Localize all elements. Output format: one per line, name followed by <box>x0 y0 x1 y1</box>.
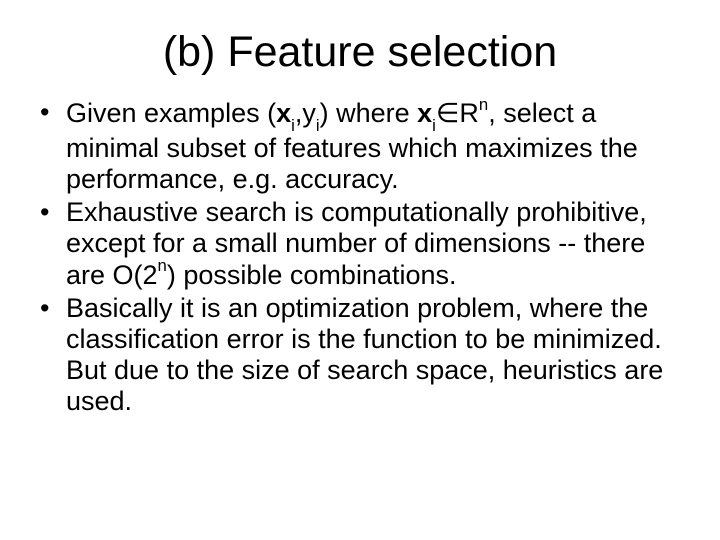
math-sub: i <box>291 116 295 135</box>
bullet-text: ,y <box>295 98 316 128</box>
math-sub: i <box>316 116 320 135</box>
bullet-item: Basically it is an optimization problem,… <box>38 293 682 417</box>
slide-title: (b) Feature selection <box>38 28 682 77</box>
bullet-text: Basically it is an optimization problem,… <box>66 293 663 416</box>
slide: (b) Feature selection Given examples (xi… <box>0 0 720 540</box>
math-sub: i <box>432 116 436 135</box>
bullet-text: ∈R <box>436 98 479 128</box>
math-x: x <box>276 98 291 128</box>
bullet-list: Given examples (xi,yi) where xi∈Rn, sele… <box>38 97 682 417</box>
math-sup: n <box>479 95 488 114</box>
bullet-text: Given examples ( <box>66 98 276 128</box>
math-x: x <box>417 98 432 128</box>
bullet-item: Exhaustive search is computationally pro… <box>38 197 682 291</box>
math-sup: n <box>158 256 167 275</box>
bullet-text: ) where <box>320 98 418 128</box>
bullet-item: Given examples (xi,yi) where xi∈Rn, sele… <box>38 97 682 195</box>
bullet-text: ) possible combinations. <box>167 260 457 290</box>
